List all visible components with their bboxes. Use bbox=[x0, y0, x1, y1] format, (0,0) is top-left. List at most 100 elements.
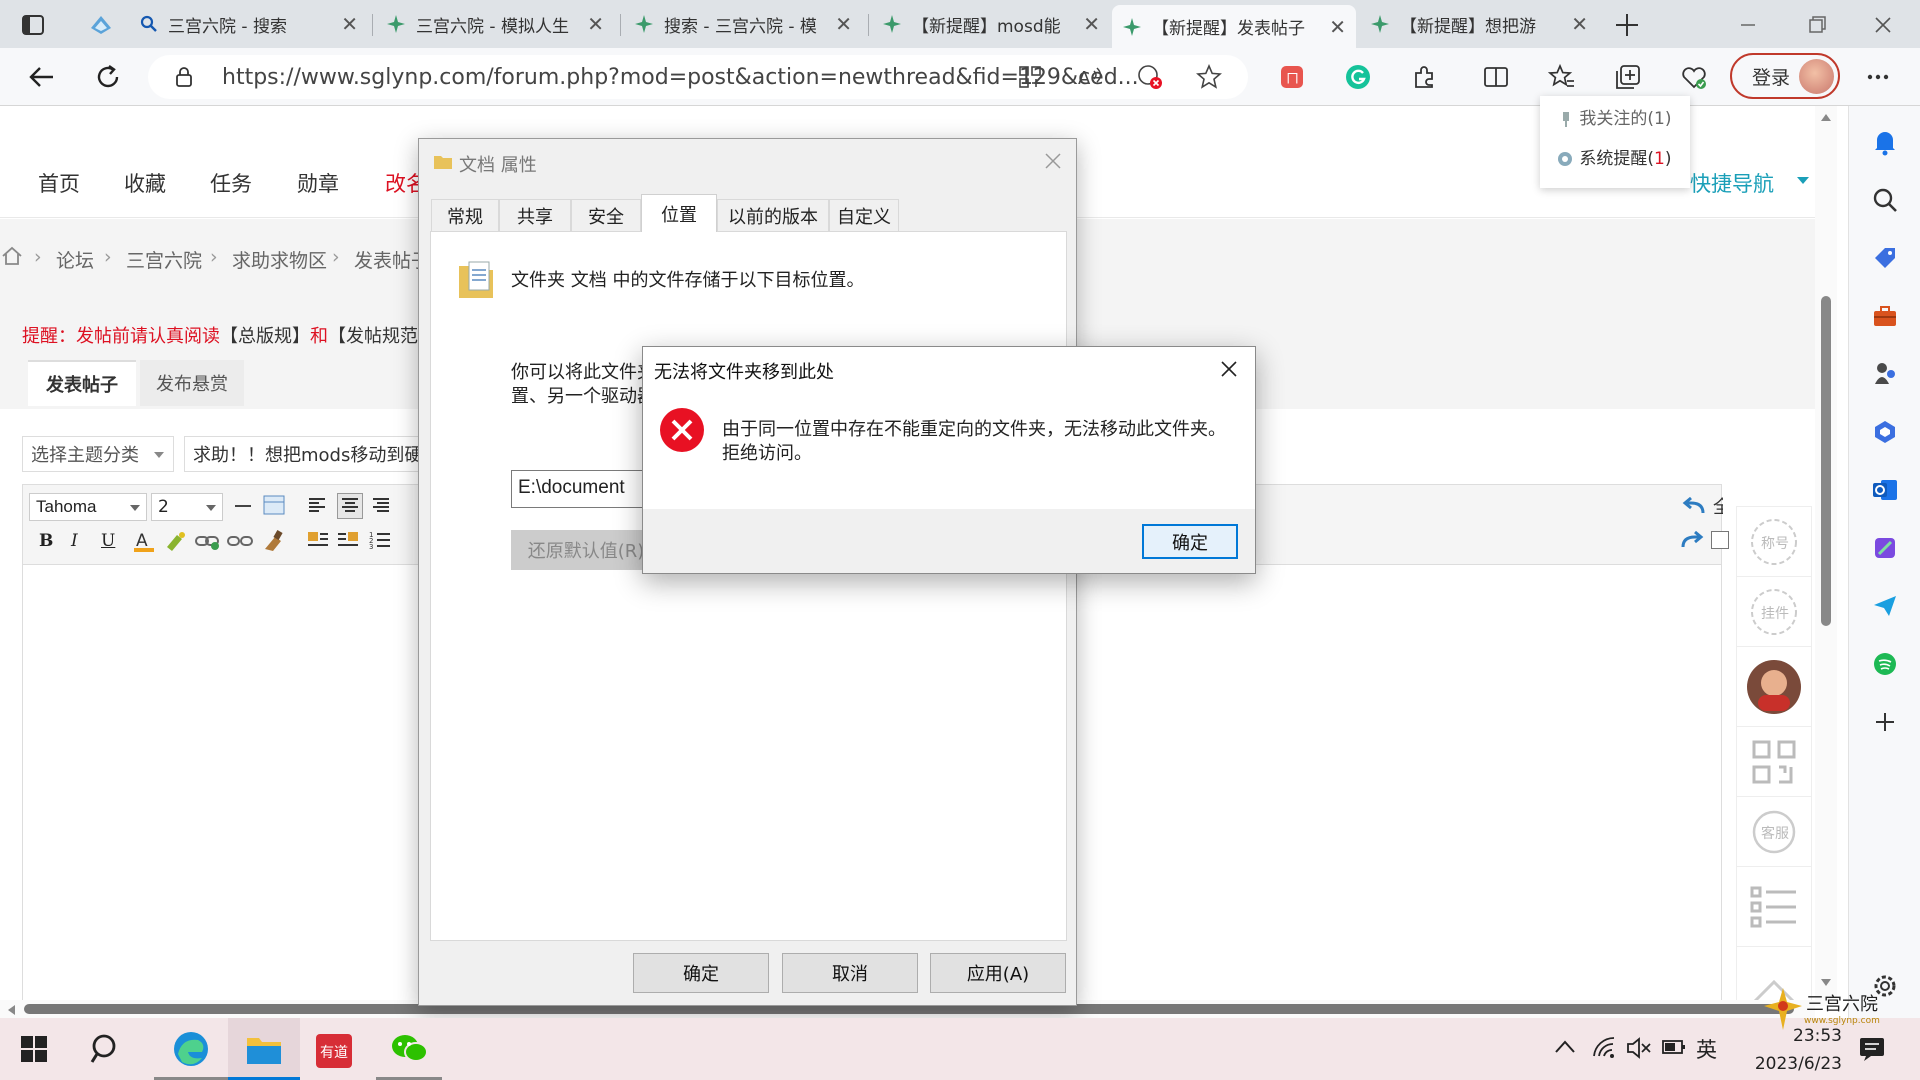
extension-red-icon[interactable]: ㄇ bbox=[1274, 59, 1310, 95]
breadcrumb-item[interactable]: 论坛 bbox=[56, 246, 94, 273]
grammarly-icon[interactable] bbox=[1340, 59, 1376, 95]
apply-button[interactable]: 应用(A) bbox=[930, 953, 1066, 993]
split-screen-icon[interactable] bbox=[1478, 59, 1514, 95]
rules-link[interactable]: 【总版规】 bbox=[220, 326, 310, 347]
breadcrumb-item[interactable]: 三宫六院 bbox=[126, 246, 202, 273]
chevron-down-icon[interactable] bbox=[1796, 176, 1810, 186]
undo-icon[interactable] bbox=[1681, 497, 1705, 517]
horizontal-rule-icon[interactable] bbox=[233, 499, 253, 513]
login-button[interactable]: 登录 bbox=[1730, 53, 1840, 99]
close-tab-icon[interactable]: ✕ bbox=[835, 12, 852, 36]
align-right-icon[interactable] bbox=[371, 495, 391, 515]
redo-icon[interactable] bbox=[1681, 531, 1705, 551]
float-left-icon[interactable] bbox=[307, 529, 329, 551]
cancel-button[interactable]: 取消 bbox=[782, 953, 918, 993]
favorites-icon[interactable] bbox=[1544, 59, 1580, 95]
thread-title-input[interactable]: 求助！！想把mods移动到硬盘 bbox=[184, 436, 424, 472]
chevron-up-icon[interactable] bbox=[1554, 1038, 1576, 1054]
restore-default-button[interactable]: 还原默认值(R) bbox=[511, 530, 661, 570]
clear-format-icon[interactable] bbox=[261, 529, 285, 553]
float-right-icon[interactable] bbox=[337, 529, 359, 551]
user-avatar[interactable] bbox=[1737, 647, 1811, 727]
lock-icon[interactable] bbox=[174, 66, 194, 88]
spotify-icon[interactable] bbox=[1867, 646, 1903, 682]
tab-0[interactable]: 三宫六院 - 搜索 ✕ bbox=[130, 5, 368, 43]
followed-notification[interactable]: 我关注的(1) bbox=[1558, 104, 1672, 129]
list-icon[interactable] bbox=[1737, 867, 1811, 947]
ime-indicator[interactable]: 英 bbox=[1696, 1034, 1717, 1064]
tools-icon[interactable] bbox=[1867, 298, 1903, 334]
font-family-select[interactable]: Tahoma bbox=[29, 493, 147, 521]
title-badge-button[interactable]: 称号 bbox=[1737, 507, 1811, 577]
new-tab-icon[interactable] bbox=[1612, 10, 1642, 40]
microsoft365-icon[interactable] bbox=[1867, 414, 1903, 450]
tracking-prevention-icon[interactable] bbox=[1136, 63, 1164, 91]
games-icon[interactable] bbox=[1867, 356, 1903, 392]
taskbar-explorer-button[interactable] bbox=[228, 1018, 300, 1080]
tab-1[interactable]: 三宫六院 - 模拟人生 ✕ bbox=[376, 5, 614, 43]
close-window-icon[interactable] bbox=[1870, 12, 1896, 38]
read-aloud-icon[interactable]: A bbox=[1078, 65, 1104, 89]
system-notification[interactable]: 系统提醒(1) bbox=[1556, 144, 1672, 169]
close-tab-icon[interactable]: ✕ bbox=[587, 12, 604, 36]
font-size-select[interactable]: 2 bbox=[151, 493, 223, 521]
close-dialog-icon[interactable] bbox=[1043, 151, 1063, 171]
tab-4-active[interactable]: 【新提醒】发表帖子 ✕ bbox=[1112, 5, 1356, 48]
restore-icon[interactable] bbox=[1804, 12, 1830, 38]
tab-post-thread[interactable]: 发表帖子 bbox=[28, 360, 136, 406]
table-icon[interactable] bbox=[263, 495, 285, 515]
editor-mode-checkbox[interactable] bbox=[1711, 531, 1729, 549]
minimize-icon[interactable] bbox=[1735, 12, 1761, 38]
close-tab-icon[interactable]: ✕ bbox=[341, 12, 358, 36]
tab-actions-icon[interactable] bbox=[18, 10, 48, 40]
posting-rules-link[interactable]: 【发帖规范 bbox=[328, 326, 418, 347]
tab-security[interactable]: 安全 bbox=[571, 199, 641, 231]
nav-home[interactable]: 首页 bbox=[38, 168, 80, 198]
battery-icon[interactable] bbox=[1662, 1038, 1686, 1056]
nav-tasks[interactable]: 任务 bbox=[210, 168, 252, 198]
windows-start-icon[interactable] bbox=[20, 1035, 48, 1063]
bold-icon[interactable]: B bbox=[39, 531, 53, 551]
tab-3[interactable]: 【新提醒】mosd能 ✕ bbox=[872, 5, 1110, 43]
back-icon[interactable] bbox=[24, 59, 60, 95]
taskbar-wechat-button[interactable] bbox=[376, 1018, 442, 1080]
italic-icon[interactable]: I bbox=[71, 531, 78, 551]
extensions-icon[interactable] bbox=[1406, 59, 1442, 95]
text-color-icon[interactable]: A bbox=[133, 529, 155, 553]
designer-icon[interactable] bbox=[1867, 530, 1903, 566]
tab-location[interactable]: 位置 bbox=[641, 194, 717, 232]
close-tab-icon[interactable]: ✕ bbox=[1571, 12, 1588, 36]
speaker-muted-icon[interactable] bbox=[1626, 1036, 1652, 1060]
send-icon[interactable] bbox=[1867, 588, 1903, 624]
collections-icon[interactable] bbox=[1610, 59, 1646, 95]
tab-5[interactable]: 【新提醒】想把游 ✕ bbox=[1360, 5, 1598, 43]
close-tab-icon[interactable]: ✕ bbox=[1083, 12, 1100, 36]
search-icon[interactable] bbox=[90, 1032, 124, 1066]
tab-general[interactable]: 常规 bbox=[431, 199, 499, 231]
app-available-icon[interactable] bbox=[1018, 65, 1042, 89]
customer-service-button[interactable]: 客服 bbox=[1737, 797, 1811, 867]
tab-2[interactable]: 搜索 - 三宫六院 - 模 ✕ bbox=[624, 5, 862, 43]
taskbar-edge-button[interactable] bbox=[154, 1018, 228, 1080]
browser-essentials-icon[interactable] bbox=[1676, 59, 1712, 95]
tab-customize[interactable]: 自定义 bbox=[829, 199, 899, 231]
tab-post-bounty[interactable]: 发布悬赏 bbox=[140, 360, 244, 406]
underline-icon[interactable]: U bbox=[101, 531, 115, 551]
highlight-icon[interactable] bbox=[163, 529, 187, 553]
shopping-tag-icon[interactable] bbox=[1867, 240, 1903, 276]
add-icon[interactable] bbox=[1867, 704, 1903, 740]
align-center-icon[interactable] bbox=[337, 493, 363, 519]
plugin-button[interactable]: 挂件 bbox=[1737, 577, 1811, 647]
outlook-icon[interactable] bbox=[1867, 472, 1903, 508]
vertical-scrollbar[interactable] bbox=[1815, 106, 1837, 1006]
qr-code-icon[interactable] bbox=[1737, 727, 1811, 797]
home-icon[interactable] bbox=[0, 244, 24, 268]
search-icon[interactable] bbox=[1867, 182, 1903, 218]
address-field[interactable]: https://www.sglynp.com/forum.php?mod=pos… bbox=[148, 55, 1248, 99]
close-dialog-icon[interactable] bbox=[1219, 359, 1239, 379]
tab-previous-versions[interactable]: 以前的版本 bbox=[717, 199, 829, 231]
wifi-icon[interactable] bbox=[1592, 1036, 1616, 1060]
refresh-icon[interactable] bbox=[90, 59, 126, 95]
favorite-star-icon[interactable] bbox=[1196, 64, 1222, 90]
error-ok-button[interactable]: 确定 bbox=[1142, 524, 1238, 559]
